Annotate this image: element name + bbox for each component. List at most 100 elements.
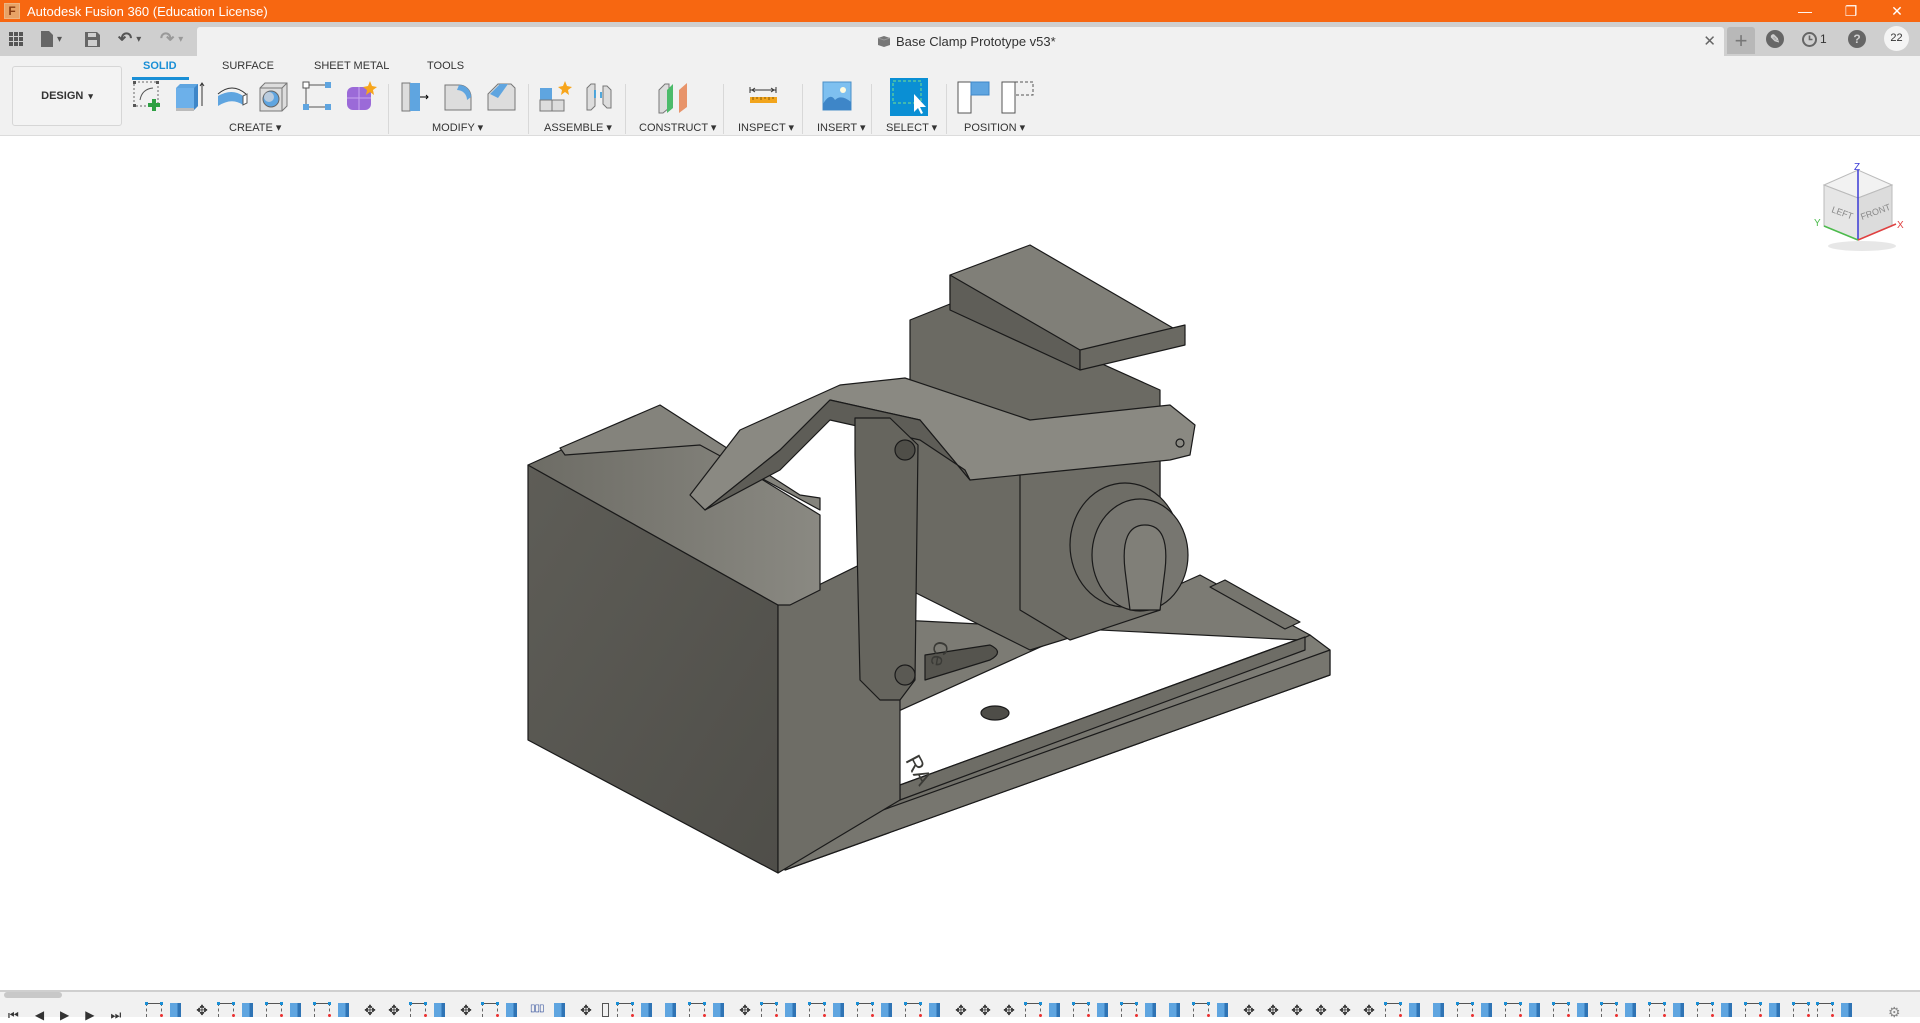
sketch-feature[interactable] (481, 1002, 499, 1017)
extrude-feature[interactable] (170, 1003, 181, 1017)
sketch-feature[interactable] (1192, 1002, 1210, 1017)
play-button[interactable]: ▶ (60, 1008, 69, 1023)
sketch-feature[interactable] (313, 1002, 331, 1017)
create-menu[interactable]: CREATE ▾ (229, 121, 281, 134)
sketch-feature[interactable] (1552, 1002, 1570, 1017)
sketch-feature[interactable] (409, 1002, 427, 1017)
move-feature[interactable]: ✥ (1265, 1003, 1281, 1017)
extrude-feature[interactable] (1097, 1003, 1108, 1017)
extrude-feature[interactable] (1433, 1003, 1444, 1017)
job-status-button[interactable]: 1 (1801, 27, 1827, 51)
new-tab-button[interactable]: + (1727, 27, 1755, 54)
extrude-feature[interactable] (1769, 1003, 1780, 1017)
tab-tools[interactable]: TOOLS (427, 60, 464, 72)
extrude-feature[interactable] (785, 1003, 796, 1017)
timeline-settings-icon[interactable]: ⚙ (1888, 1004, 1901, 1021)
press-pull-button[interactable] (400, 80, 432, 112)
extrude-feature[interactable] (554, 1003, 565, 1017)
assemble-menu[interactable]: ASSEMBLE ▾ (544, 121, 612, 134)
extrude-feature[interactable] (1841, 1003, 1852, 1017)
move-feature[interactable]: ✥ (1361, 1003, 1377, 1017)
view-cube[interactable]: LEFT FRONT Z Y X (1814, 160, 1910, 256)
sketch-feature[interactable] (1120, 1002, 1138, 1017)
extrude-feature[interactable] (1049, 1003, 1060, 1017)
new-component-button[interactable] (538, 80, 572, 112)
align-feature[interactable] (602, 1003, 609, 1017)
extrude-feature[interactable] (1529, 1003, 1540, 1017)
select-button[interactable] (890, 78, 928, 116)
move-feature[interactable]: ✥ (362, 1003, 378, 1017)
sketch-feature[interactable] (1072, 1002, 1090, 1017)
extrude-feature[interactable] (929, 1003, 940, 1017)
offset-plane-button[interactable] (657, 80, 689, 114)
tab-surface[interactable]: SURFACE (222, 60, 274, 72)
step-back-button[interactable]: ◀ (35, 1008, 44, 1023)
hole-button[interactable] (258, 80, 290, 112)
sketch-feature[interactable] (265, 1002, 283, 1017)
timeline-scrollbar[interactable] (4, 992, 62, 998)
restore-button[interactable]: ❐ (1828, 0, 1874, 22)
help-button[interactable]: ? (1848, 27, 1866, 51)
insert-canvas-button[interactable] (821, 80, 853, 112)
minimize-button[interactable]: — (1782, 0, 1828, 22)
fillet-button[interactable] (442, 80, 474, 112)
move-feature[interactable]: ✥ (953, 1003, 969, 1017)
sketch-feature[interactable] (1504, 1002, 1522, 1017)
tab-sheet-metal[interactable]: SHEET METAL (314, 60, 389, 72)
pattern-feature[interactable]: ▯▯▯ (530, 1003, 546, 1017)
step-forward-button[interactable]: ▶ (85, 1008, 94, 1023)
tab-solid[interactable]: SOLID (143, 60, 177, 72)
extrude-feature[interactable] (506, 1003, 517, 1017)
move-feature[interactable]: ✥ (386, 1003, 402, 1017)
select-menu[interactable]: SELECT ▾ (886, 121, 937, 134)
modify-menu[interactable]: MODIFY ▾ (432, 121, 483, 134)
undo-button[interactable]: ↶ ▾ (118, 28, 141, 50)
move-feature[interactable]: ✥ (1313, 1003, 1329, 1017)
sketch-feature[interactable] (1816, 1002, 1834, 1017)
data-panel-button[interactable] (8, 28, 24, 50)
revolve-button[interactable] (215, 80, 248, 112)
document-tab[interactable]: Base Clamp Prototype v53* ✕ (197, 27, 1724, 56)
extrude-feature[interactable] (1145, 1003, 1156, 1017)
move-feature[interactable]: ✥ (1241, 1003, 1257, 1017)
sketch-feature[interactable] (217, 1002, 235, 1017)
create-form-button[interactable] (344, 80, 377, 112)
extrude-feature[interactable] (881, 1003, 892, 1017)
go-to-end-button[interactable]: ⏭ (111, 1008, 122, 1023)
sketch-feature[interactable] (1696, 1002, 1714, 1017)
construct-menu[interactable]: CONSTRUCT ▾ (639, 121, 716, 134)
sketch-feature[interactable] (760, 1002, 778, 1017)
insert-menu[interactable]: INSERT ▾ (817, 121, 866, 134)
sketch-feature[interactable] (1792, 1002, 1810, 1017)
sketch-feature[interactable] (688, 1002, 706, 1017)
3d-viewport[interactable]: RA Ce (0, 137, 1920, 990)
move-feature[interactable]: ✥ (1289, 1003, 1305, 1017)
move-feature[interactable]: ✥ (1337, 1003, 1353, 1017)
sketch-feature[interactable] (616, 1002, 634, 1017)
move-feature[interactable]: ✥ (578, 1003, 594, 1017)
sketch-feature[interactable] (808, 1002, 826, 1017)
move-feature[interactable]: ✥ (458, 1003, 474, 1017)
joint-button[interactable] (583, 80, 615, 112)
redo-button[interactable]: ↷ ▾ (160, 28, 183, 50)
extrude-button[interactable] (173, 80, 205, 112)
sketch-feature[interactable] (1600, 1002, 1618, 1017)
extrude-feature[interactable] (338, 1003, 349, 1017)
rectangular-pattern-button[interactable] (301, 80, 333, 112)
workspace-switcher[interactable]: DESIGN ▾ (12, 66, 122, 126)
extrude-feature[interactable] (1409, 1003, 1420, 1017)
extensions-button[interactable]: ✎ (1766, 27, 1784, 51)
move-feature[interactable]: ✥ (1001, 1003, 1017, 1017)
extrude-feature[interactable] (641, 1003, 652, 1017)
capture-position-button[interactable] (957, 80, 990, 114)
extrude-feature[interactable] (713, 1003, 724, 1017)
clamp-model[interactable]: RA Ce (0, 137, 1920, 990)
chamfer-button[interactable] (485, 80, 517, 112)
position-menu[interactable]: POSITION ▾ (964, 121, 1025, 134)
extrude-feature[interactable] (434, 1003, 445, 1017)
extrude-feature[interactable] (1577, 1003, 1588, 1017)
measure-button[interactable] (747, 80, 779, 112)
sketch-feature[interactable] (1456, 1002, 1474, 1017)
go-to-start-button[interactable]: ⏮ (8, 1008, 19, 1023)
move-feature[interactable]: ✥ (977, 1003, 993, 1017)
